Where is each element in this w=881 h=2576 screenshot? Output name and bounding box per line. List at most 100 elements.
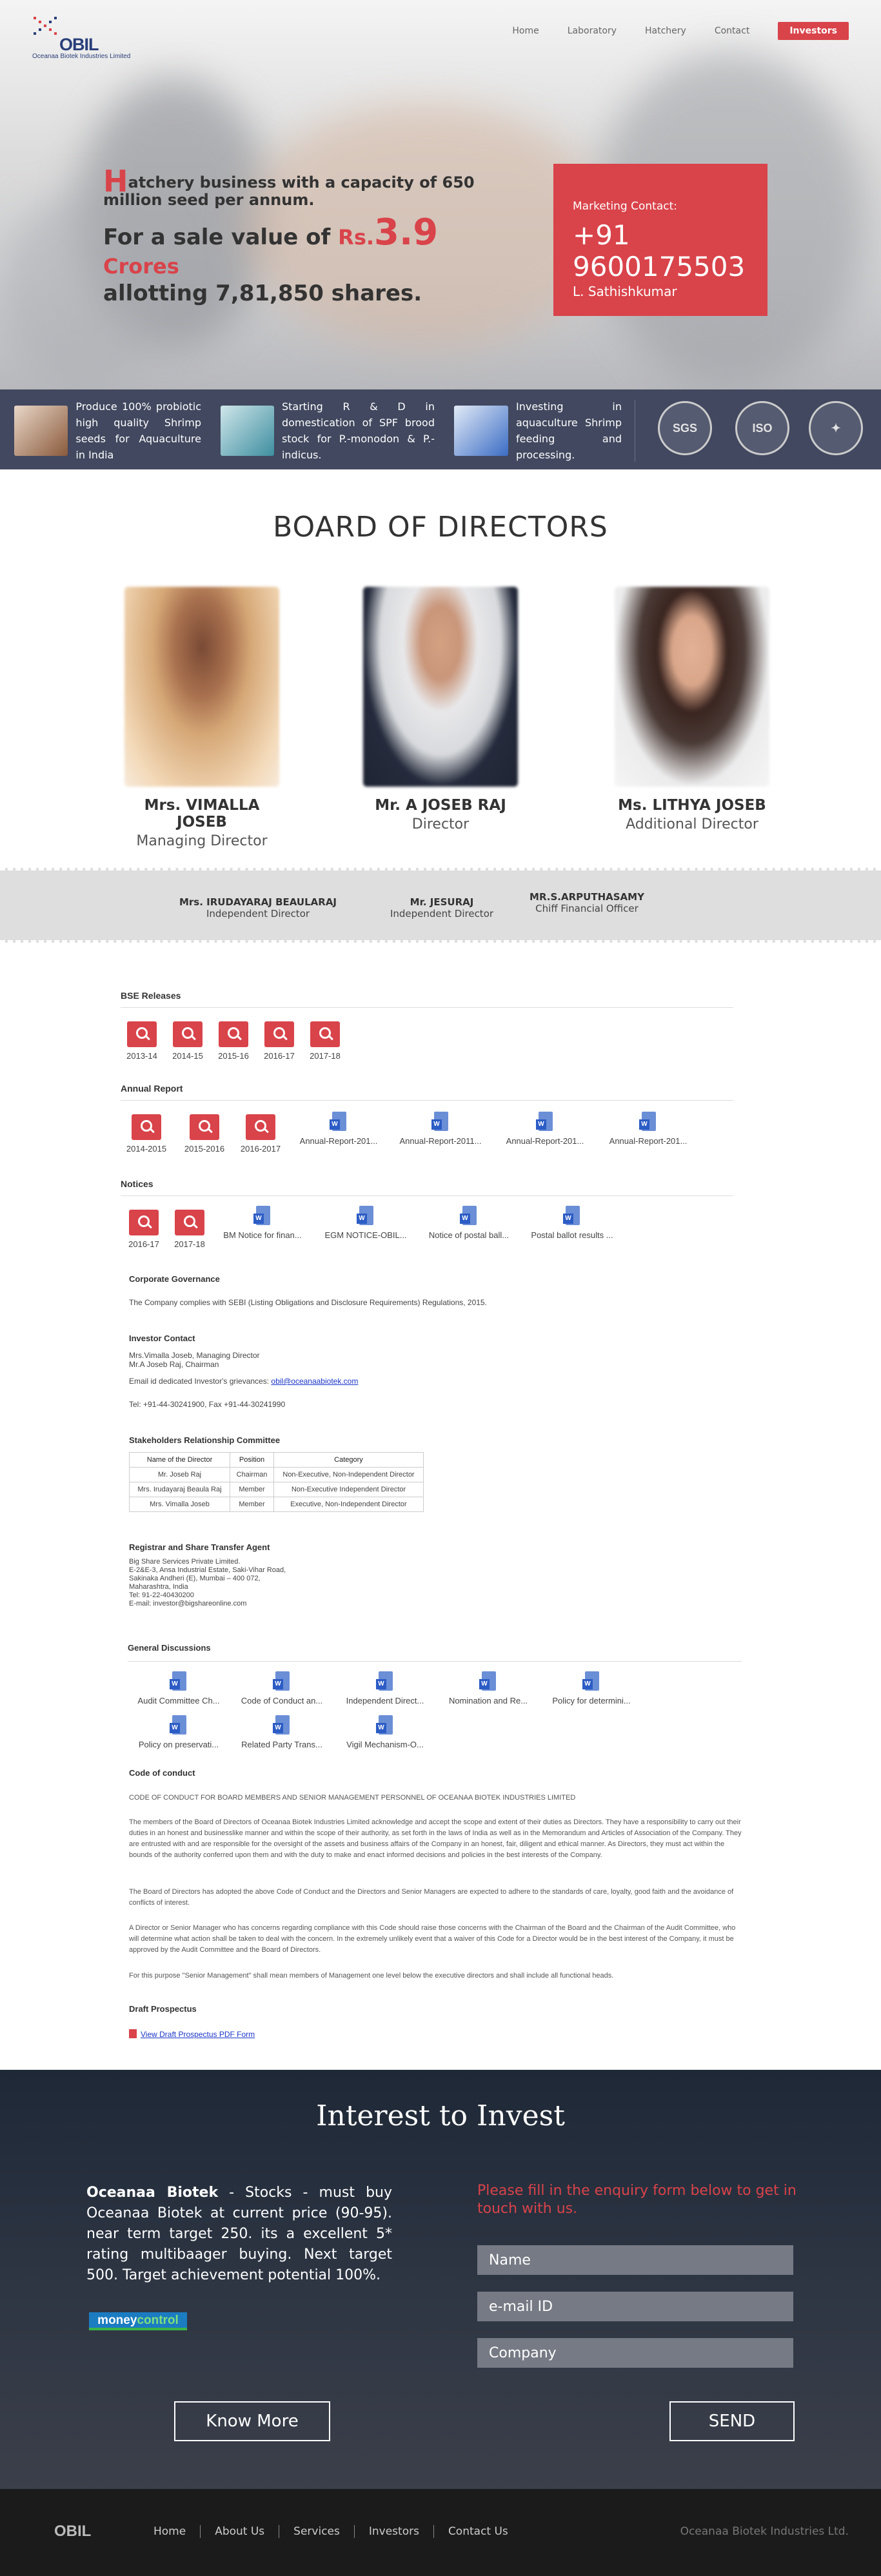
director-photo <box>615 587 769 787</box>
table-cell: Mrs. Vimalla Joseb <box>129 1497 230 1512</box>
general-doc-item[interactable]: Independent Direct... <box>337 1671 433 1706</box>
annual-item[interactable]: 2016-2017 <box>225 1114 296 1154</box>
code-heading: Code of conduct <box>129 1768 195 1778</box>
notice-doc-item[interactable]: Postal ballot results ... <box>524 1206 620 1240</box>
search-icon <box>132 1114 161 1140</box>
name-input[interactable] <box>477 2245 793 2275</box>
feature-image <box>14 406 68 456</box>
section-rule <box>121 1100 733 1101</box>
independent-director: Mrs. IRUDAYARAJ BEAULARAJ Independent Dir… <box>168 896 348 920</box>
notice-doc-label: Postal ballot results ... <box>531 1230 613 1240</box>
send-button[interactable]: SEND <box>669 2401 795 2441</box>
word-document-icon <box>376 1671 394 1693</box>
marketing-phone[interactable]: +91 9600175503 <box>573 219 748 282</box>
notice-doc-label: EGM NOTICE-OBIL... <box>324 1230 407 1240</box>
table-header: Name of the Director <box>129 1452 230 1468</box>
table-cell: Non-Executive, Non-Independent Director <box>273 1467 424 1482</box>
hero-text: Hatchery business with a capacity of 650… <box>103 166 503 306</box>
table-cell: Mr. Joseb Raj <box>129 1467 230 1482</box>
logo-subtitle: Oceanaa Biotek Industries Limited <box>32 53 131 60</box>
general-doc-label: Related Party Trans... <box>241 1740 322 1749</box>
code-paragraph: The members of the Board of Directors of… <box>129 1818 742 1859</box>
nav-home[interactable]: Home <box>512 26 539 36</box>
general-doc-item[interactable]: Policy on preservati... <box>130 1715 227 1749</box>
logo-x-icon <box>34 17 57 35</box>
code-paragraph: The Board of Directors has adopted the a… <box>129 1888 734 1907</box>
footer-nav-services[interactable]: Services <box>279 2525 355 2538</box>
investor-email-link[interactable]: obil@oceanaabiotek.com <box>271 1377 358 1386</box>
independent-director-name: Mrs. IRUDAYARAJ BEAULARAJ <box>179 896 337 908</box>
annual-doc-item[interactable]: Annual-Report-201... <box>497 1112 593 1146</box>
nav-hatchery[interactable]: Hatchery <box>645 26 686 36</box>
general-doc-item[interactable]: Code of Conduct an... <box>233 1671 330 1706</box>
investor-contact-heading: Investor Contact <box>129 1333 195 1343</box>
annual-doc-item[interactable]: Annual-Report-2011... <box>392 1112 489 1146</box>
hero-value: 3.9 <box>374 211 439 253</box>
registrar-line: Maharashtra, India <box>129 1583 188 1591</box>
search-icon <box>175 1210 204 1235</box>
general-heading: General Discussions <box>128 1643 211 1653</box>
search-icon <box>310 1021 340 1047</box>
footer-nav-investors[interactable]: Investors <box>355 2525 434 2538</box>
general-doc-label: Code of Conduct an... <box>241 1696 323 1706</box>
annual-doc-label: Annual-Report-2011... <box>399 1136 482 1146</box>
nav-laboratory[interactable]: Laboratory <box>568 26 617 36</box>
feature-research: Starting R & D in domestication of SPF b… <box>221 400 435 461</box>
director-card: Ms. LITHYA JOSEB Additional Director <box>608 587 776 832</box>
word-document-icon <box>273 1671 291 1693</box>
annual-doc-item[interactable]: Annual-Report-201... <box>290 1112 387 1146</box>
investor-tel: Tel: +91-44-30241900, Fax +91-44-3024199… <box>129 1400 286 1409</box>
independent-director-name: MR.S.ARPUTHASAMY <box>530 891 644 903</box>
governance-text: The Company complies with SEBI (Listing … <box>129 1298 487 1307</box>
draft-prospectus-link[interactable]: View Draft Prospectus PDF Form <box>141 2030 255 2039</box>
general-doc-item[interactable]: Audit Committee Ch... <box>130 1671 227 1706</box>
nav-investors[interactable]: Investors <box>778 22 849 40</box>
notice-doc-item[interactable]: EGM NOTICE-OBIL... <box>317 1206 414 1240</box>
site-header: OBIL Oceanaa Biotek Industries Limited H… <box>0 0 881 64</box>
annual-doc-label: Annual-Report-201... <box>609 1136 688 1146</box>
pdf-icon <box>129 2029 137 2038</box>
email-input[interactable] <box>477 2292 793 2321</box>
draft-heading: Draft Prospectus <box>129 2004 197 2014</box>
section-rule <box>128 1661 742 1662</box>
footer-nav-contact[interactable]: Contact Us <box>434 2525 522 2538</box>
enquiry-heading: Please fill in the enquiry form below to… <box>477 2183 797 2217</box>
table-cell: Member <box>230 1497 274 1512</box>
annual-item-label: 2014-2015 <box>126 1144 167 1154</box>
annual-doc-item[interactable]: Annual-Report-201... <box>600 1112 697 1146</box>
company-input[interactable] <box>477 2338 793 2368</box>
governance-heading: Corporate Governance <box>129 1274 220 1284</box>
bse-item[interactable]: 2017-18 <box>290 1021 361 1061</box>
general-doc-item[interactable]: Related Party Trans... <box>233 1715 330 1749</box>
invest-brand: Oceanaa Biotek <box>86 2185 219 2201</box>
general-doc-item[interactable]: Policy for determini... <box>543 1671 640 1706</box>
table-cell: Chairman <box>230 1467 274 1482</box>
word-document-icon <box>253 1206 272 1228</box>
know-more-button[interactable]: Know More <box>174 2401 330 2441</box>
notice-doc-item[interactable]: Notice of postal ball... <box>421 1206 517 1240</box>
nav-contact[interactable]: Contact <box>715 26 749 36</box>
word-document-icon <box>479 1671 497 1693</box>
site-logo[interactable]: OBIL Oceanaa Biotek Industries Limited <box>32 15 135 67</box>
bse-item-label: 2017-18 <box>310 1051 341 1061</box>
section-rule <box>121 1007 733 1008</box>
feature-investing: Investing in aquaculture Shrimp feeding … <box>454 400 622 461</box>
moneycontrol-money: money <box>97 2314 137 2327</box>
word-document-icon <box>460 1206 478 1228</box>
annual-doc-label: Annual-Report-201... <box>506 1136 584 1146</box>
word-document-icon <box>582 1671 600 1693</box>
table-row: Mrs. Irudayaraj Beaula Raj Member Non-Ex… <box>129 1482 424 1497</box>
main-nav: Home Laboratory Hatchery Contact Investo… <box>484 22 849 40</box>
general-doc-item[interactable]: Vigil Mechanism-O... <box>337 1715 433 1749</box>
notice-doc-item[interactable]: BM Notice for finan... <box>214 1206 311 1240</box>
footer-nav-home[interactable]: Home <box>153 2525 201 2538</box>
moneycontrol-logo[interactable]: moneycontrol <box>89 2312 187 2330</box>
footer-logo[interactable]: OBIL <box>54 2522 91 2541</box>
director-role: Managing Director <box>136 833 268 849</box>
hero-unit: Crores <box>103 254 179 279</box>
footer-nav-about[interactable]: About Us <box>201 2525 280 2538</box>
word-document-icon <box>357 1206 375 1228</box>
annual-doc-label: Annual-Report-201... <box>299 1136 378 1146</box>
general-doc-item[interactable]: Nomination and Re... <box>440 1671 537 1706</box>
table-row: Mr. Joseb Raj Chairman Non-Executive, No… <box>129 1467 424 1482</box>
